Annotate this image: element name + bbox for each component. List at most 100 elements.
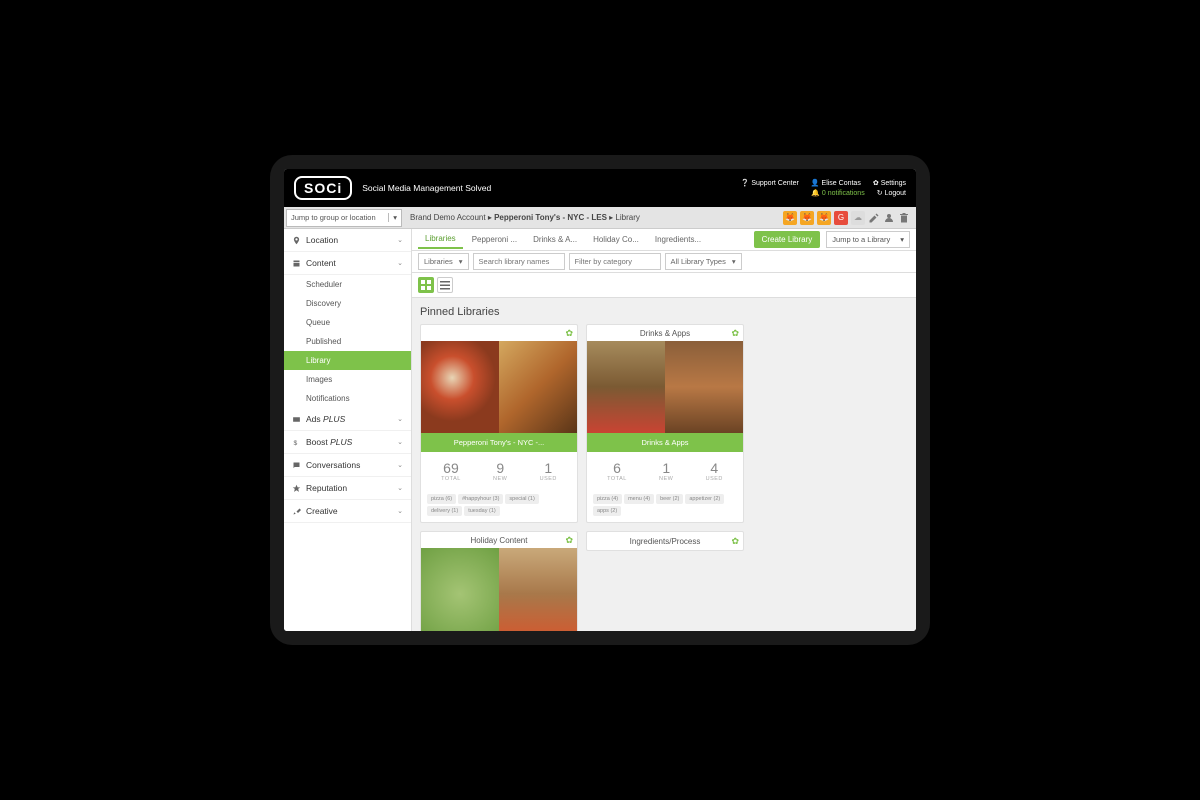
sidebar-item-location[interactable]: Location⌄ [284,229,411,252]
dollar-icon: $ [292,438,301,447]
tag[interactable]: apps (2) [593,506,621,516]
tag[interactable]: pizza (6) [427,494,456,504]
support-link[interactable]: ❔ Support Center [741,179,799,187]
ads-icon [292,415,301,424]
sidebar-item-creative[interactable]: Creative⌄ [284,500,411,523]
create-library-button[interactable]: Create Library [754,231,821,248]
card-open-button[interactable]: Pepperoni Tony's - NYC -... [421,433,577,452]
stat-new: 1 [659,460,673,476]
gear-icon[interactable]: ✿ [565,328,573,339]
caret-icon: ▾ [732,257,736,266]
sidebar-sub-published[interactable]: Published [284,332,411,351]
card-open-button[interactable]: Drinks & Apps [587,433,743,452]
brand-logo: SOCi [294,176,352,200]
tag[interactable]: beer (2) [656,494,683,504]
tab-holiday[interactable]: Holiday Co... [586,231,646,248]
network-badge-icon[interactable]: 🦊 [817,211,831,225]
card-thumbnail [587,341,743,433]
user-link[interactable]: 👤 Elise Contas [811,179,861,187]
card-tags: pizza (4) menu (4) beer (2) appetizer (2… [587,490,743,522]
card-header: Drinks & Apps✿ [587,325,743,341]
gear-icon[interactable]: ✿ [731,536,739,547]
tag[interactable]: pizza (4) [593,494,622,504]
sidebar-sub-notifications[interactable]: Notifications [284,389,411,408]
stat-new: 9 [493,460,507,476]
tab-pepperoni[interactable]: Pepperoni ... [465,231,524,248]
sidebar-item-conversations[interactable]: Conversations⌄ [284,454,411,477]
library-card[interactable]: Holiday Content✿ Holiday Content 4TOTAL … [420,531,578,631]
stat-total: 6 [607,460,627,476]
chevron-down-icon: ⌄ [397,507,403,515]
chevron-down-icon: ⌄ [397,438,403,446]
settings-link[interactable]: ✿ Settings [873,179,906,187]
sidebar-sub-images[interactable]: Images [284,370,411,389]
search-input[interactable] [473,253,565,270]
tag[interactable]: special (1) [505,494,538,504]
category-filter-input[interactable] [569,253,661,270]
tag[interactable]: appetizer (2) [685,494,724,504]
network-badge-icon[interactable]: G [834,211,848,225]
sidebar: Location⌄ Content⌄ Scheduler Discovery Q… [284,229,412,631]
chat-icon [292,461,301,470]
tag[interactable]: #happyhour (3) [458,494,503,504]
chevron-down-icon: ⌄ [397,484,403,492]
users-icon[interactable] [883,212,895,224]
section-title: Pinned Libraries [420,306,908,318]
stat-used: 4 [706,460,723,476]
sidebar-item-reputation[interactable]: Reputation⌄ [284,477,411,500]
view-toggle-row [412,273,916,298]
pencil-icon[interactable] [868,212,880,224]
brush-icon [292,507,301,516]
chevron-down-icon: ⌄ [397,259,403,267]
brand-tagline: Social Media Management Solved [362,183,740,193]
card-header: ✿ [421,325,577,341]
library-card[interactable]: Ingredients/Process✿ [586,531,744,551]
list-view-button[interactable] [437,277,453,293]
tab-libraries[interactable]: Libraries [418,230,463,249]
card-tags: pizza (6) #happyhour (3) special (1) del… [421,490,577,522]
network-badge-icon[interactable]: 🦊 [783,211,797,225]
logout-link[interactable]: ↻ Logout [877,189,906,197]
tag[interactable]: tuesday (1) [464,506,500,516]
notifications-link[interactable]: 🔔 0 notifications [811,189,865,197]
top-links: ❔ Support Center 👤 Elise Contas ✿ Settin… [741,179,906,197]
library-types-select[interactable]: All Library Types ▾ [665,253,742,270]
sidebar-sub-scheduler[interactable]: Scheduler [284,275,411,294]
card-stats: 6TOTAL 1NEW 4USED [587,452,743,490]
chevron-down-icon: ⌄ [397,461,403,469]
tab-drinks[interactable]: Drinks & A... [526,231,584,248]
card-thumbnail [421,548,577,631]
grid-view-button[interactable] [418,277,434,293]
libraries-filter-select[interactable]: Libraries ▾ [418,253,469,270]
tag[interactable]: menu (4) [624,494,654,504]
caret-icon: ▾ [459,257,463,266]
card-header: Holiday Content✿ [421,532,577,548]
stat-used: 1 [540,460,557,476]
body: Location⌄ Content⌄ Scheduler Discovery Q… [284,229,916,631]
caret-icon: ▾ [900,235,904,244]
sidebar-item-boost[interactable]: $Boost PLUS⌄ [284,431,411,454]
top-bar: SOCi Social Media Management Solved ❔ Su… [284,169,916,207]
main: Libraries Pepperoni ... Drinks & A... Ho… [412,229,916,631]
trash-icon[interactable] [898,212,910,224]
card-thumbnail [421,341,577,433]
library-card[interactable]: ✿ Pepperoni Tony's - NYC -... 69TOTAL 9N… [420,324,578,523]
stat-total: 69 [441,460,461,476]
content-area: Pinned Libraries ✿ Pepperoni Tony's - NY… [412,298,916,631]
network-badge-icon[interactable]: 🦊 [800,211,814,225]
list-icon [440,280,450,290]
tab-ingredients[interactable]: Ingredients... [648,231,708,248]
sidebar-sub-library[interactable]: Library [284,351,411,370]
network-badge-icon[interactable]: ☁ [851,211,865,225]
jump-library-select[interactable]: Jump to a Library▾ [826,231,910,248]
sidebar-sub-queue[interactable]: Queue [284,313,411,332]
library-card[interactable]: Drinks & Apps✿ Drinks & Apps 6TOTAL 1NEW… [586,324,744,523]
sidebar-sub-discovery[interactable]: Discovery [284,294,411,313]
gear-icon[interactable]: ✿ [565,535,573,546]
jump-group-select[interactable]: Jump to group or location▾ [286,209,402,227]
gear-icon[interactable]: ✿ [731,328,739,339]
star-icon [292,484,301,493]
sidebar-item-ads[interactable]: Ads PLUS⌄ [284,408,411,431]
sidebar-item-content[interactable]: Content⌄ [284,252,411,275]
tag[interactable]: delivery (1) [427,506,462,516]
